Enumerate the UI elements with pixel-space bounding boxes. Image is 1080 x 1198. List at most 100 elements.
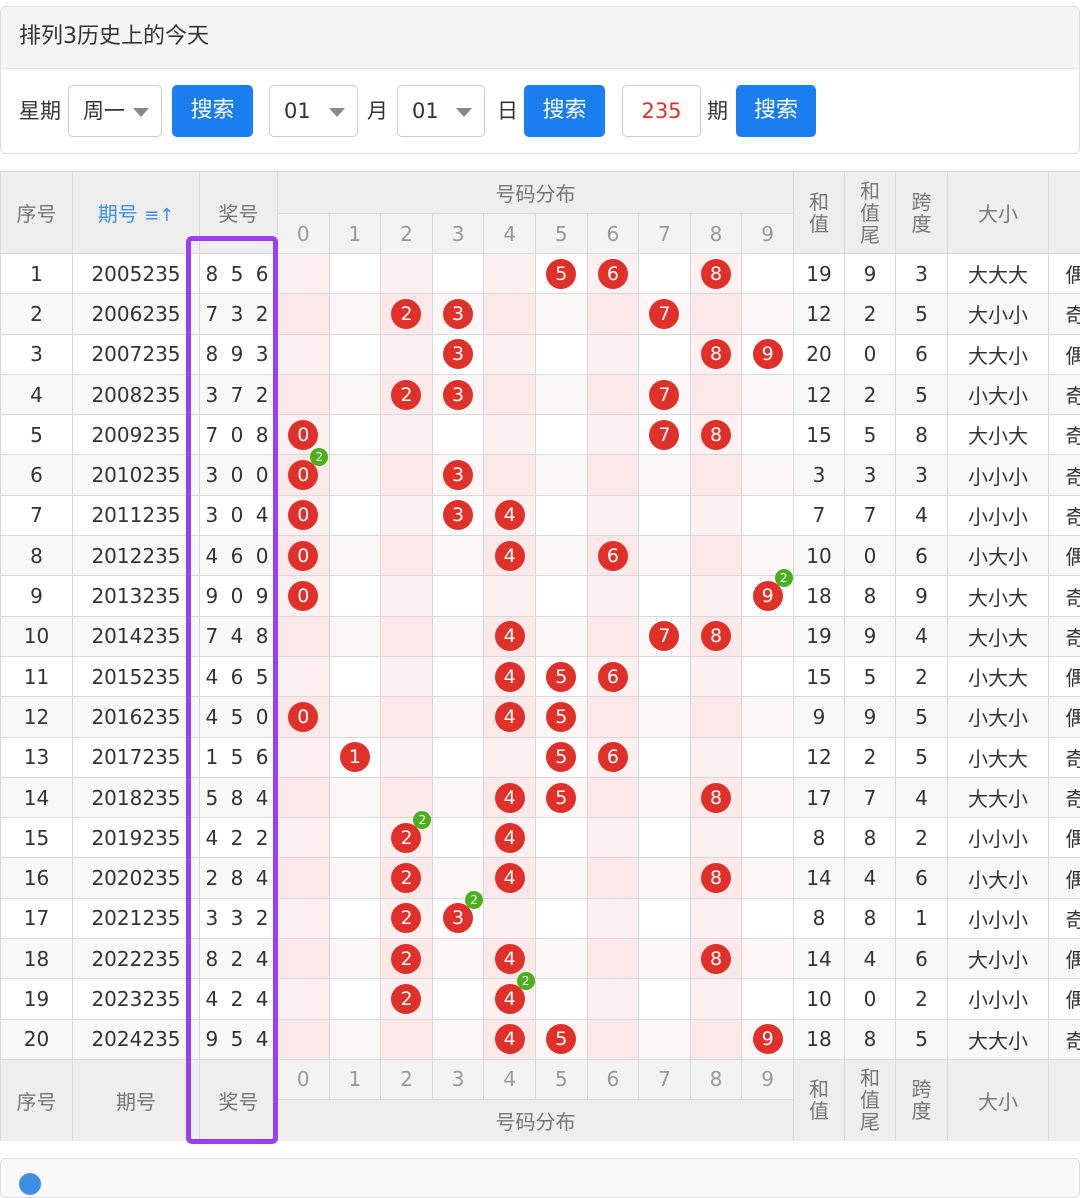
row-index: 5 xyxy=(1,415,73,455)
sort-icon[interactable]: ≡↑ xyxy=(144,205,174,226)
repeat-count-badge: 2 xyxy=(465,891,483,909)
row-sum-tail: 2 xyxy=(845,737,896,777)
issue-search-button[interactable]: 搜索 xyxy=(736,85,816,137)
digit-cell-1 xyxy=(329,616,381,656)
digit-cell-0: 0 xyxy=(278,536,330,576)
row-size: 大大大 xyxy=(948,254,1049,294)
number-ball: 1 xyxy=(340,742,370,772)
row-span: 6 xyxy=(896,939,948,979)
repeat-count-badge: 2 xyxy=(310,448,328,466)
row-sum-tail: 0 xyxy=(845,979,896,1019)
digit-cell-9: 9 xyxy=(742,334,794,374)
digit-cell-0: 02 xyxy=(278,455,330,495)
digit-cell-9 xyxy=(742,374,794,414)
search-panel: 排列3历史上的今天 星期 周一 搜索 01 月 01 日 搜索 235 期 搜索 xyxy=(0,6,1080,154)
row-issue: 2011235 xyxy=(73,495,200,535)
digit-cell-5 xyxy=(535,536,587,576)
digit-cell-6 xyxy=(587,697,639,737)
number-ball: 7 xyxy=(649,420,679,450)
header-digit-7: 7 xyxy=(639,214,691,254)
digit-cell-5 xyxy=(535,979,587,1019)
row-prize: 4 5 0 xyxy=(200,697,278,737)
digit-cell-6 xyxy=(587,818,639,858)
digit-cell-6 xyxy=(587,576,639,616)
date-search-button[interactable]: 搜索 xyxy=(524,85,605,137)
footer-sum-tail-label: 和值尾 xyxy=(859,1067,881,1133)
month-select[interactable]: 01 xyxy=(269,85,358,137)
table-row: 620102353 0 0023333小小小奇 xyxy=(1,455,1080,495)
table-row: 1920232354 2 42421002小小小偶 xyxy=(1,979,1080,1019)
row-issue: 2015235 xyxy=(73,656,200,696)
row-size: 小大大 xyxy=(948,737,1049,777)
digit-cell-1 xyxy=(329,898,381,938)
digit-cell-0: 0 xyxy=(278,697,330,737)
digit-cell-9 xyxy=(742,455,794,495)
row-size: 大小大 xyxy=(948,576,1049,616)
row-issue: 2016235 xyxy=(73,697,200,737)
number-ball: 3 xyxy=(443,299,473,329)
row-sum-tail: 7 xyxy=(845,777,896,817)
digit-cell-3 xyxy=(432,656,484,696)
row-issue: 2008235 xyxy=(73,374,200,414)
footer-sum-tail: 和值尾 xyxy=(845,1059,896,1141)
digit-cell-7 xyxy=(639,858,691,898)
digit-cell-4: 4 xyxy=(484,818,536,858)
table-row: 2020242359 5 44591885大大小奇 xyxy=(1,1019,1080,1059)
header-digit-4: 4 xyxy=(484,214,536,254)
digit-cell-4: 4 xyxy=(484,656,536,696)
row-issue: 2017235 xyxy=(73,737,200,777)
digit-cell-7 xyxy=(639,656,691,696)
digit-cell-2: 2 xyxy=(381,939,433,979)
table-row: 120052358 5 65681993大大大偶 xyxy=(1,254,1080,294)
weekday-select[interactable]: 周一 xyxy=(68,85,162,137)
weekday-search-button[interactable]: 搜索 xyxy=(172,85,253,137)
digit-cell-9 xyxy=(742,898,794,938)
row-span: 5 xyxy=(896,737,948,777)
row-index: 13 xyxy=(1,737,73,777)
digit-cell-6 xyxy=(587,294,639,334)
row-sum-tail: 0 xyxy=(845,334,896,374)
row-issue: 2019235 xyxy=(73,818,200,858)
row-issue: 2009235 xyxy=(73,415,200,455)
repeat-count-badge: 2 xyxy=(413,811,431,829)
row-sum: 3 xyxy=(794,455,845,495)
row-sum-tail: 9 xyxy=(845,697,896,737)
row-sum-tail: 4 xyxy=(845,939,896,979)
table-row: 920132359 0 90921889大小大奇 xyxy=(1,576,1080,616)
row-span: 3 xyxy=(896,254,948,294)
row-index: 7 xyxy=(1,495,73,535)
digit-cell-0 xyxy=(278,294,330,334)
row-size: 小小小 xyxy=(948,898,1049,938)
digit-cell-3 xyxy=(432,939,484,979)
row-prize: 3 3 2 xyxy=(200,898,278,938)
header-digit-9: 9 xyxy=(742,214,794,254)
row-parity: 偶 xyxy=(1049,334,1080,374)
digit-cell-0: 0 xyxy=(278,576,330,616)
digit-cell-4: 4 xyxy=(484,697,536,737)
row-issue: 2020235 xyxy=(73,858,200,898)
row-size: 小大小 xyxy=(948,858,1049,898)
digit-cell-6 xyxy=(587,858,639,898)
header-issue-sortable[interactable]: 期号 ≡↑ xyxy=(73,172,200,254)
digit-cell-4: 42 xyxy=(484,979,536,1019)
header-span: 跨度 xyxy=(896,172,948,254)
row-prize: 9 0 9 xyxy=(200,576,278,616)
digit-cell-7 xyxy=(639,898,691,938)
row-issue: 2007235 xyxy=(73,334,200,374)
next-panel xyxy=(0,1158,1080,1198)
digit-cell-7: 7 xyxy=(639,294,691,334)
digit-cell-5 xyxy=(535,939,587,979)
digit-cell-1 xyxy=(329,939,381,979)
issue-input[interactable]: 235 xyxy=(622,85,701,137)
digit-cell-1 xyxy=(329,294,381,334)
row-prize: 5 8 4 xyxy=(200,777,278,817)
digit-cell-1 xyxy=(329,495,381,535)
row-prize: 3 0 0 xyxy=(200,455,278,495)
table-row: 1320172351 5 61561225小大大奇 xyxy=(1,737,1080,777)
header-digit-1: 1 xyxy=(329,214,381,254)
digit-cell-6 xyxy=(587,374,639,414)
footer-digit-4: 4 xyxy=(484,1059,536,1099)
day-select[interactable]: 01 xyxy=(397,85,485,137)
row-index: 3 xyxy=(1,334,73,374)
digit-cell-5 xyxy=(535,294,587,334)
